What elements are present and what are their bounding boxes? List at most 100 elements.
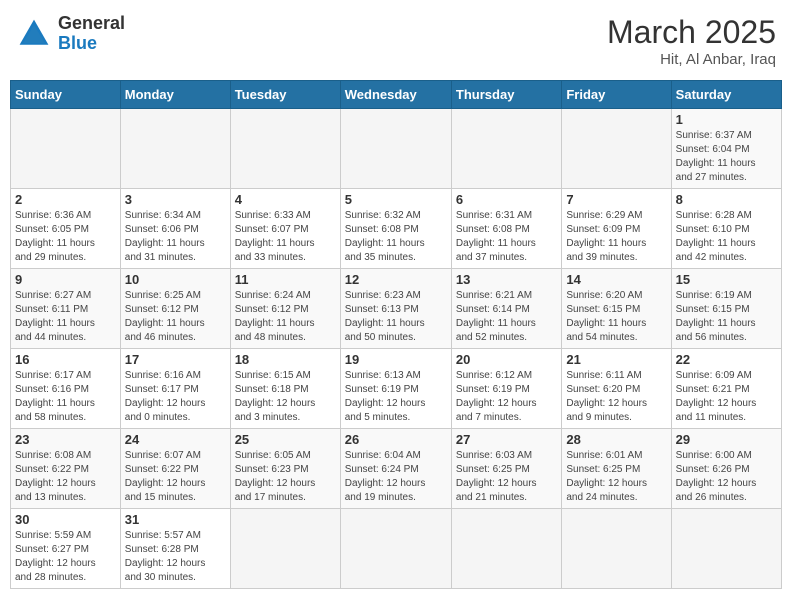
col-header-tuesday: Tuesday bbox=[230, 81, 340, 109]
day-info: Sunrise: 6:12 AM Sunset: 6:19 PM Dayligh… bbox=[456, 369, 557, 425]
day-info: Sunrise: 6:34 AM Sunset: 6:06 PM Dayligh… bbox=[125, 209, 226, 265]
calendar-cell bbox=[340, 509, 451, 589]
calendar-cell: 23 Sunrise: 6:08 AM Sunset: 6:22 PM Dayli… bbox=[11, 429, 121, 509]
col-header-monday: Monday bbox=[120, 81, 230, 109]
day-number: 15 bbox=[676, 272, 777, 287]
calendar-cell: 9Sunrise: 6:27 AM Sunset: 6:11 PM Daylig… bbox=[11, 269, 121, 349]
calendar-cell: 2Sunrise: 6:36 AM Sunset: 6:05 PM Daylig… bbox=[11, 189, 121, 269]
day-number: 1 bbox=[676, 112, 777, 127]
day-number: 16 bbox=[15, 352, 116, 367]
col-header-friday: Friday bbox=[562, 81, 671, 109]
day-number: 19 bbox=[345, 352, 447, 367]
day-number: 26 bbox=[345, 432, 447, 447]
calendar-cell bbox=[11, 109, 121, 189]
day-number: 24 bbox=[125, 432, 226, 447]
day-info: Sunrise: 6:28 AM Sunset: 6:10 PM Dayligh… bbox=[676, 209, 777, 265]
day-number: 9 bbox=[15, 272, 116, 287]
logo-blue: Blue bbox=[58, 34, 125, 54]
calendar-week-2: 2Sunrise: 6:36 AM Sunset: 6:05 PM Daylig… bbox=[11, 189, 782, 269]
calendar-week-5: 23 Sunrise: 6:08 AM Sunset: 6:22 PM Dayli… bbox=[11, 429, 782, 509]
day-number: 12 bbox=[345, 272, 447, 287]
day-info: Sunrise: 6:11 AM Sunset: 6:20 PM Dayligh… bbox=[566, 369, 666, 425]
calendar-cell: 22Sunrise: 6:09 AM Sunset: 6:21 PM Dayli… bbox=[671, 349, 781, 429]
day-info: Sunrise: 6:08 AM Sunset: 6:22 PM Dayligh… bbox=[15, 449, 116, 505]
calendar-cell: 15Sunrise: 6:19 AM Sunset: 6:15 PM Dayli… bbox=[671, 269, 781, 349]
calendar-cell: 11Sunrise: 6:24 AM Sunset: 6:12 PM Dayli… bbox=[230, 269, 340, 349]
day-info: Sunrise: 5:57 AM Sunset: 6:28 PM Dayligh… bbox=[125, 529, 226, 585]
day-number: 18 bbox=[235, 352, 336, 367]
calendar-header-row: SundayMondayTuesdayWednesdayThursdayFrid… bbox=[11, 81, 782, 109]
day-info: Sunrise: 6:29 AM Sunset: 6:09 PM Dayligh… bbox=[566, 209, 666, 265]
day-info: Sunrise: 6:09 AM Sunset: 6:21 PM Dayligh… bbox=[676, 369, 777, 425]
calendar-cell: 27 Sunrise: 6:03 AM Sunset: 6:25 PM Dayli… bbox=[451, 429, 561, 509]
day-info: Sunrise: 5:59 AM Sunset: 6:27 PM Dayligh… bbox=[15, 529, 116, 585]
calendar-cell: 29Sunrise: 6:00 AM Sunset: 6:26 PM Dayli… bbox=[671, 429, 781, 509]
calendar-cell bbox=[340, 109, 451, 189]
day-number: 30 bbox=[15, 512, 116, 527]
day-number: 27 bbox=[456, 432, 557, 447]
calendar-cell: 12Sunrise: 6:23 AM Sunset: 6:13 PM Dayli… bbox=[340, 269, 451, 349]
day-number: 29 bbox=[676, 432, 777, 447]
calendar-cell: 14Sunrise: 6:20 AM Sunset: 6:15 PM Dayli… bbox=[562, 269, 671, 349]
calendar-cell: 10Sunrise: 6:25 AM Sunset: 6:12 PM Dayli… bbox=[120, 269, 230, 349]
day-number: 21 bbox=[566, 352, 666, 367]
day-info: Sunrise: 6:16 AM Sunset: 6:17 PM Dayligh… bbox=[125, 369, 226, 425]
day-number: 25 bbox=[235, 432, 336, 447]
logo-general: General bbox=[58, 14, 125, 34]
calendar-cell: 21 Sunrise: 6:11 AM Sunset: 6:20 PM Dayli… bbox=[562, 349, 671, 429]
calendar-cell bbox=[451, 109, 561, 189]
day-info: Sunrise: 6:07 AM Sunset: 6:22 PM Dayligh… bbox=[125, 449, 226, 505]
calendar-cell: 20 Sunrise: 6:12 AM Sunset: 6:19 PM Dayli… bbox=[451, 349, 561, 429]
day-number: 20 bbox=[456, 352, 557, 367]
day-info: Sunrise: 6:05 AM Sunset: 6:23 PM Dayligh… bbox=[235, 449, 336, 505]
calendar-cell bbox=[230, 109, 340, 189]
calendar-cell: 4 Sunrise: 6:33 AM Sunset: 6:07 PM Daylig… bbox=[230, 189, 340, 269]
logo: General Blue bbox=[16, 14, 125, 54]
day-number: 10 bbox=[125, 272, 226, 287]
calendar-table: SundayMondayTuesdayWednesdayThursdayFrid… bbox=[10, 80, 782, 589]
col-header-wednesday: Wednesday bbox=[340, 81, 451, 109]
calendar-cell bbox=[230, 509, 340, 589]
calendar-cell: 24 Sunrise: 6:07 AM Sunset: 6:22 PM Dayli… bbox=[120, 429, 230, 509]
calendar-week-3: 9Sunrise: 6:27 AM Sunset: 6:11 PM Daylig… bbox=[11, 269, 782, 349]
calendar-cell bbox=[562, 509, 671, 589]
calendar-cell: 3 Sunrise: 6:34 AM Sunset: 6:06 PM Daylig… bbox=[120, 189, 230, 269]
day-info: Sunrise: 6:13 AM Sunset: 6:19 PM Dayligh… bbox=[345, 369, 447, 425]
col-header-thursday: Thursday bbox=[451, 81, 561, 109]
day-info: Sunrise: 6:21 AM Sunset: 6:14 PM Dayligh… bbox=[456, 289, 557, 345]
day-number: 4 bbox=[235, 192, 336, 207]
day-number: 23 bbox=[15, 432, 116, 447]
page-header: General Blue March 2025 Hit, Al Anbar, I… bbox=[10, 10, 782, 72]
calendar-cell: 17Sunrise: 6:16 AM Sunset: 6:17 PM Dayli… bbox=[120, 349, 230, 429]
calendar-cell: 16Sunrise: 6:17 AM Sunset: 6:16 PM Dayli… bbox=[11, 349, 121, 429]
calendar-cell: 30 Sunrise: 5:59 AM Sunset: 6:27 PM Dayli… bbox=[11, 509, 121, 589]
calendar-cell: 25 Sunrise: 6:05 AM Sunset: 6:23 PM Dayli… bbox=[230, 429, 340, 509]
day-number: 3 bbox=[125, 192, 226, 207]
title-block: March 2025 Hit, Al Anbar, Iraq bbox=[607, 14, 776, 68]
day-number: 7 bbox=[566, 192, 666, 207]
day-number: 13 bbox=[456, 272, 557, 287]
day-number: 5 bbox=[345, 192, 447, 207]
col-header-sunday: Sunday bbox=[11, 81, 121, 109]
day-info: Sunrise: 6:03 AM Sunset: 6:25 PM Dayligh… bbox=[456, 449, 557, 505]
day-info: Sunrise: 6:04 AM Sunset: 6:24 PM Dayligh… bbox=[345, 449, 447, 505]
calendar-cell bbox=[451, 509, 561, 589]
calendar-title: March 2025 bbox=[607, 14, 776, 51]
calendar-cell: 5Sunrise: 6:32 AM Sunset: 6:08 PM Daylig… bbox=[340, 189, 451, 269]
logo-icon bbox=[16, 16, 52, 52]
calendar-cell: 19 Sunrise: 6:13 AM Sunset: 6:19 PM Dayli… bbox=[340, 349, 451, 429]
calendar-cell: 31Sunrise: 5:57 AM Sunset: 6:28 PM Dayli… bbox=[120, 509, 230, 589]
day-info: Sunrise: 6:01 AM Sunset: 6:25 PM Dayligh… bbox=[566, 449, 666, 505]
day-number: 8 bbox=[676, 192, 777, 207]
calendar-cell: 6Sunrise: 6:31 AM Sunset: 6:08 PM Daylig… bbox=[451, 189, 561, 269]
calendar-cell bbox=[671, 509, 781, 589]
logo-text: General Blue bbox=[58, 14, 125, 54]
calendar-cell: 26 Sunrise: 6:04 AM Sunset: 6:24 PM Dayli… bbox=[340, 429, 451, 509]
day-info: Sunrise: 6:24 AM Sunset: 6:12 PM Dayligh… bbox=[235, 289, 336, 345]
day-info: Sunrise: 6:37 AM Sunset: 6:04 PM Dayligh… bbox=[676, 129, 777, 185]
day-info: Sunrise: 6:15 AM Sunset: 6:18 PM Dayligh… bbox=[235, 369, 336, 425]
day-info: Sunrise: 6:33 AM Sunset: 6:07 PM Dayligh… bbox=[235, 209, 336, 265]
calendar-cell: 13 Sunrise: 6:21 AM Sunset: 6:14 PM Dayli… bbox=[451, 269, 561, 349]
day-info: Sunrise: 6:36 AM Sunset: 6:05 PM Dayligh… bbox=[15, 209, 116, 265]
calendar-cell: 8 Sunrise: 6:28 AM Sunset: 6:10 PM Daylig… bbox=[671, 189, 781, 269]
